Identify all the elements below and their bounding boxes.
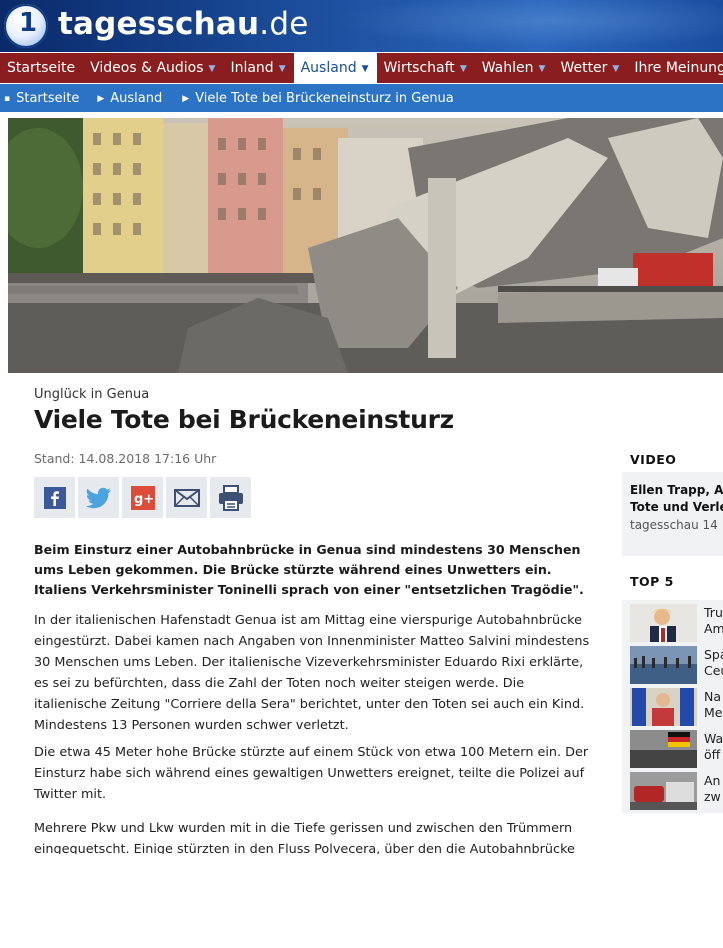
video-teaser[interactable]: Ellen Trapp, AR Tote und Verle tagesscha… <box>622 472 723 556</box>
top5-item[interactable]: SpaCeu <box>630 646 723 686</box>
caret-down-icon: ▼ <box>208 64 216 74</box>
breadcrumb: ▪ Startseite ▶ Ausland ▶ Viele Tote bei Brü… <box>0 84 723 112</box>
article-paragraph: Mehrere Pkw und Lkw wurden mit in die Ti… <box>34 821 575 854</box>
article-title: Viele Tote bei Brückeneinsturz <box>34 405 454 434</box>
main-nav: Startseite Videos & Audios ▼ Inland ▼ Ausl… <box>0 53 723 83</box>
top5-thumbnail <box>630 604 697 642</box>
breadcrumb-item-startseite[interactable]: ▪ Startseite <box>4 91 79 106</box>
caret-down-icon: ▼ <box>538 64 546 74</box>
site-brand[interactable]: tagesschau.de <box>58 5 309 43</box>
print-icon <box>218 484 243 511</box>
top5-heading: TOP 5 <box>630 574 674 589</box>
share-twitter-button[interactable] <box>78 477 119 518</box>
article-paragraph: Die etwa 45 Meter hohe Brücke stürzte au… <box>34 745 589 802</box>
top5-title: SpaCeu <box>704 647 723 678</box>
video-heading: VIDEO <box>630 452 677 467</box>
site-header: 1 tagesschau.de <box>0 0 723 52</box>
article-paragraph: In der italienischen Hafenstadt Genua is… <box>34 613 590 733</box>
nav-item-ihre-meinung[interactable]: Ihre Meinung▼ <box>627 53 723 83</box>
video-meta: tagesschau 14 <box>630 518 718 532</box>
caret-down-icon: ▼ <box>459 64 467 74</box>
top5-title: An zw <box>704 773 721 804</box>
video-title-line: Tote und Verle <box>630 500 723 514</box>
nav-item-inland[interactable]: Inland ▼ <box>223 53 293 83</box>
arrow-right-icon: ▶ <box>182 93 190 104</box>
arrow-right-icon: ▶ <box>97 93 105 104</box>
caret-down-icon: ▼ <box>278 64 286 74</box>
top5-thumbnail <box>630 730 697 768</box>
arrow-right-icon: ▪ <box>4 93 11 104</box>
top5-title: Na Me <box>704 689 723 720</box>
brand-domain: .de <box>259 6 309 42</box>
brand-main: tagesschau <box>58 6 260 42</box>
top5-thumbnail <box>630 646 697 684</box>
article-lead: Beim Einsturz einer Autobahnbrücke in Ge… <box>34 542 584 597</box>
top5-item[interactable]: Na Me <box>630 688 723 728</box>
article-kicker: Unglück in Genua <box>34 387 150 402</box>
sidebar: VIDEO Ellen Trapp, AR Tote und Verle tag… <box>622 440 723 840</box>
breadcrumb-item-current: ▶ Viele Tote bei Brückeneinsturz in Genua <box>182 90 454 106</box>
top5-thumbnail <box>630 688 697 726</box>
hero-image-bridge-collapse <box>8 118 723 373</box>
header-map-background <box>300 0 723 52</box>
top5-title: Tru Am <box>704 605 723 636</box>
caret-down-icon: ▼ <box>612 64 620 74</box>
article-timestamp: Stand: 14.08.2018 17:16 Uhr <box>34 451 217 466</box>
top5-item[interactable]: An zw <box>630 772 723 812</box>
share-googleplus-button[interactable]: g+ <box>122 477 163 518</box>
caret-down-icon: ▼ <box>361 64 369 74</box>
share-facebook-button[interactable] <box>34 477 75 518</box>
nav-item-videos-audios[interactable]: Videos & Audios ▼ <box>83 53 223 83</box>
top5-item[interactable]: Wa öff <box>630 730 723 770</box>
video-title-line: Ellen Trapp, AR <box>630 483 723 497</box>
nav-item-wetter[interactable]: Wetter ▼ <box>553 53 627 83</box>
nav-item-wahlen[interactable]: Wahlen ▼ <box>475 53 554 83</box>
facebook-icon <box>43 486 66 509</box>
googleplus-icon: g+ <box>130 485 155 510</box>
top5-item[interactable]: Tru Am <box>630 604 723 644</box>
nav-item-startseite[interactable]: Startseite <box>0 53 83 83</box>
ard-logo-symbol: 1 <box>19 8 38 38</box>
top5-thumbnail <box>630 772 697 810</box>
twitter-icon <box>85 487 111 508</box>
share-print-button[interactable] <box>210 477 251 518</box>
mail-icon <box>173 488 200 507</box>
share-toolbar: g+ <box>34 477 251 518</box>
share-mail-button[interactable] <box>166 477 207 518</box>
nav-item-wirtschaft[interactable]: Wirtschaft ▼ <box>377 53 475 83</box>
top5-list: TruAm SpaCeu NaMe <box>622 600 723 813</box>
svg-text:g+: g+ <box>134 492 154 507</box>
nav-item-ausland[interactable]: Ausland ▼ <box>293 53 377 83</box>
top5-title: Wa öff <box>704 731 723 762</box>
breadcrumb-item-ausland[interactable]: ▶ Ausland <box>97 91 162 106</box>
